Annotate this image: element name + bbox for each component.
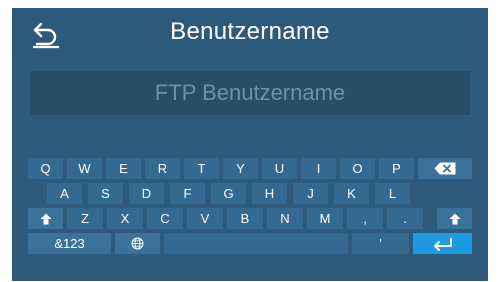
key-c[interactable]: C bbox=[147, 208, 183, 229]
key-p[interactable]: P bbox=[379, 158, 414, 179]
key-a[interactable]: A bbox=[47, 183, 82, 204]
key-b[interactable]: B bbox=[227, 208, 263, 229]
space-key[interactable] bbox=[164, 233, 348, 254]
key-m[interactable]: M bbox=[307, 208, 343, 229]
language-key[interactable] bbox=[115, 233, 160, 254]
shift-arrow-icon bbox=[449, 213, 460, 224]
key-j[interactable]: J bbox=[293, 183, 328, 204]
key-z[interactable]: Z bbox=[67, 208, 103, 229]
shift-key-left[interactable] bbox=[28, 208, 63, 229]
key-y[interactable]: Y bbox=[223, 158, 258, 179]
key-apostrophe[interactable]: ' bbox=[352, 233, 409, 254]
key-u[interactable]: U bbox=[262, 158, 297, 179]
key-i[interactable]: I bbox=[301, 158, 336, 179]
key-w[interactable]: W bbox=[67, 158, 102, 179]
key-r[interactable]: R bbox=[145, 158, 180, 179]
key-v[interactable]: V bbox=[187, 208, 223, 229]
key-t[interactable]: T bbox=[184, 158, 219, 179]
key-g[interactable]: G bbox=[211, 183, 246, 204]
globe-icon bbox=[131, 237, 144, 250]
enter-key[interactable] bbox=[413, 233, 472, 254]
ftp-username-input[interactable] bbox=[30, 71, 470, 115]
key-k[interactable]: K bbox=[334, 183, 369, 204]
key-l[interactable]: L bbox=[375, 183, 410, 204]
key-comma[interactable]: , bbox=[347, 208, 383, 229]
numbers-key[interactable]: &123 bbox=[28, 233, 111, 254]
backspace-icon bbox=[434, 162, 456, 175]
enter-return-icon bbox=[433, 237, 452, 251]
backspace-key[interactable] bbox=[418, 158, 472, 179]
key-d[interactable]: D bbox=[129, 183, 164, 204]
key-e[interactable]: E bbox=[106, 158, 141, 179]
key-q[interactable]: Q bbox=[28, 158, 63, 179]
page-title: Benutzername bbox=[170, 18, 330, 45]
key-period[interactable]: . bbox=[387, 208, 423, 229]
key-f[interactable]: F bbox=[170, 183, 205, 204]
shift-key-right[interactable] bbox=[437, 208, 472, 229]
ftp-username-screen: Benutzername Q W E R T Y U I O P A S bbox=[12, 8, 488, 281]
key-h[interactable]: H bbox=[252, 183, 287, 204]
header-bar: Benutzername bbox=[12, 8, 488, 60]
key-x[interactable]: X bbox=[107, 208, 143, 229]
key-n[interactable]: N bbox=[267, 208, 303, 229]
shift-arrow-icon bbox=[40, 213, 51, 224]
key-s[interactable]: S bbox=[88, 183, 123, 204]
key-o[interactable]: O bbox=[340, 158, 375, 179]
